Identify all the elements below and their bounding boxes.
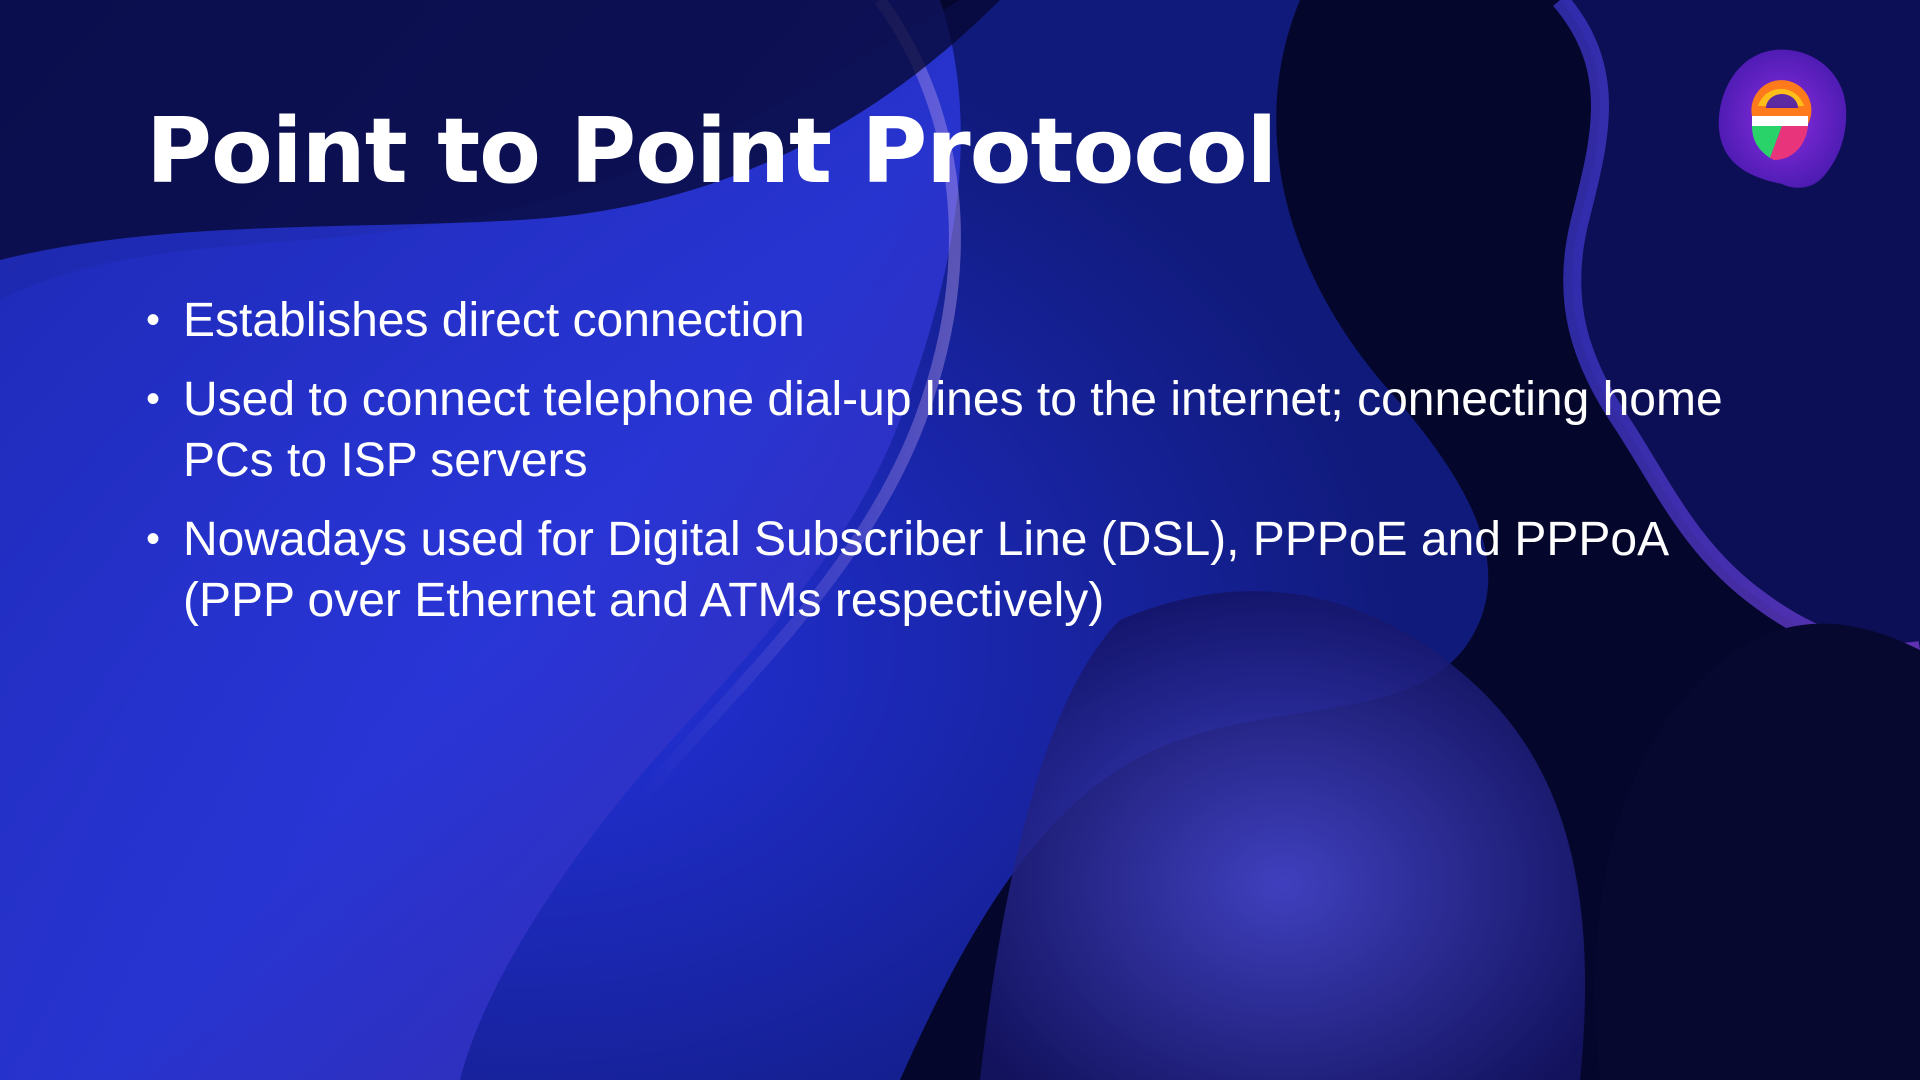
slide-title: Point to Point Protocol (146, 99, 1277, 204)
bullet-dot-icon: • (146, 377, 161, 421)
bullet-list: • Establishes direct connection • Used t… (146, 290, 1746, 649)
bullet-dot-icon: • (146, 298, 161, 342)
e-logo-icon (1718, 49, 1847, 188)
bullet-item: • Establishes direct connection (146, 290, 1746, 351)
bullet-item: • Nowadays used for Digital Subscriber L… (146, 509, 1746, 631)
slide: Point to Point Protocol • Establishes di… (0, 0, 1920, 1080)
bullet-dot-icon: • (146, 517, 161, 561)
bullet-text: Used to connect telephone dial-up lines … (183, 373, 1723, 487)
bullet-text: Nowadays used for Digital Subscriber Lin… (183, 513, 1667, 627)
bullet-item: • Used to connect telephone dial-up line… (146, 369, 1746, 491)
bullet-text: Establishes direct connection (183, 294, 805, 347)
